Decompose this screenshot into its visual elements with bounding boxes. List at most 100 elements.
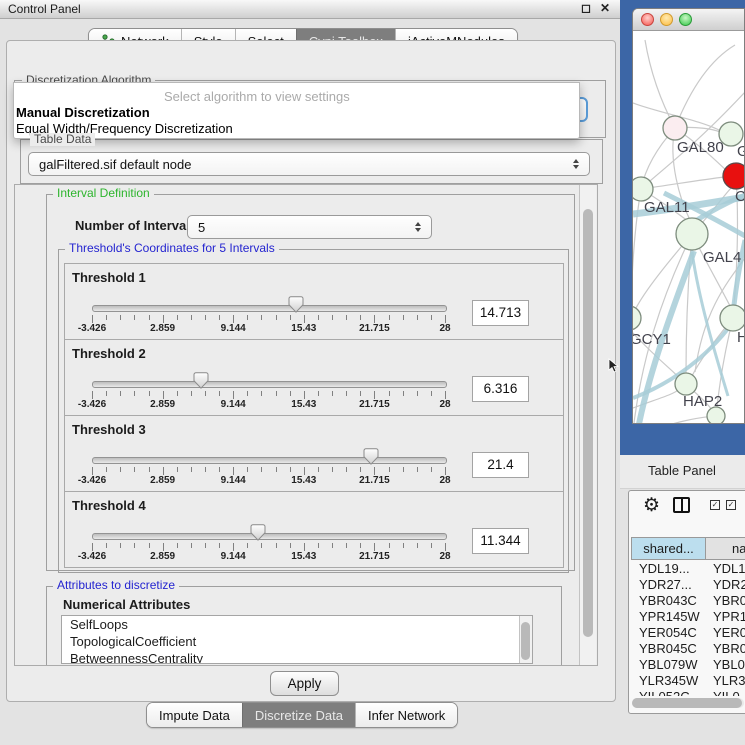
slider-track[interactable] bbox=[92, 457, 447, 464]
attribute-list-item[interactable]: BetweennessCentrality bbox=[62, 650, 532, 664]
checkbox-icon-1[interactable]: ✓ bbox=[710, 500, 720, 510]
table-row[interactable]: YLR345WYLR3 bbox=[631, 673, 745, 689]
slider-scale-label: 15.43 bbox=[276, 399, 332, 410]
table-rows-area: YDL19...YDL1YDR27... YDR2YBR043CYBR0YPR14… bbox=[629, 561, 745, 696]
threshold-label: Threshold 4 bbox=[72, 498, 146, 513]
slider-scale-label: 28 bbox=[417, 475, 473, 486]
network-edge[interactable] bbox=[675, 45, 735, 128]
threshold-value-field[interactable]: 21.4 bbox=[472, 452, 529, 478]
cell-name: YPR1 bbox=[713, 609, 745, 624]
tab-discretize-data[interactable]: Discretize Data bbox=[242, 703, 355, 727]
network-node-label: C bbox=[735, 188, 745, 205]
table-row[interactable]: YBL079WYBL0 bbox=[631, 657, 745, 673]
gear-icon[interactable]: ⚙ bbox=[643, 494, 660, 517]
table-row[interactable]: YBR045CYBR0 bbox=[631, 641, 745, 657]
slider-thumb[interactable] bbox=[193, 372, 209, 389]
slider-thumb[interactable] bbox=[288, 296, 304, 313]
tab-infer-network[interactable]: Infer Network bbox=[355, 703, 457, 727]
column-header-shared-name[interactable]: shared... bbox=[631, 537, 706, 560]
attributes-group-title: Attributes to discretize bbox=[53, 579, 179, 592]
table-row[interactable]: YDL19...YDL1 bbox=[631, 561, 745, 577]
mouse-cursor bbox=[608, 358, 620, 374]
network-node-GAL11[interactable] bbox=[629, 177, 653, 201]
slider-track[interactable] bbox=[92, 305, 447, 312]
network-node-GAL80[interactable] bbox=[663, 116, 687, 140]
network-node-label: GA bbox=[737, 143, 745, 160]
attribute-list-item[interactable]: SelfLoops bbox=[62, 616, 532, 633]
threshold-coordinates-title: Threshold's Coordinates for 5 Intervals bbox=[65, 242, 279, 255]
table-data-group-title: Table Data bbox=[30, 133, 95, 146]
split-columns-icon[interactable] bbox=[673, 497, 690, 513]
list-scrollbar-thumb[interactable] bbox=[521, 622, 530, 660]
table-row[interactable]: YPR145W YPR1 bbox=[631, 609, 745, 625]
slider-scale-label: -3.426 bbox=[64, 475, 120, 486]
threshold-value-field[interactable]: 14.713 bbox=[472, 300, 529, 326]
cell-name: YLR3 bbox=[713, 673, 745, 688]
network-node-rednode[interactable] bbox=[723, 163, 745, 189]
network-edge[interactable] bbox=[631, 189, 641, 306]
cell-name: YER0 bbox=[713, 625, 745, 640]
cell-shared-name: YDR27... bbox=[639, 577, 692, 592]
float-window-icon[interactable]: ◻ bbox=[581, 1, 591, 15]
cell-shared-name: YPR145W bbox=[639, 609, 700, 624]
slider-scale-label: 9.144 bbox=[205, 399, 261, 410]
close-window-icon[interactable]: ✕ bbox=[600, 1, 610, 15]
slider-thumb[interactable] bbox=[250, 524, 266, 541]
slider-scale-label: 28 bbox=[417, 399, 473, 410]
network-node-label: GAL4 bbox=[703, 249, 741, 266]
slider-track[interactable] bbox=[92, 381, 447, 388]
slider-scale-label: 15.43 bbox=[276, 475, 332, 486]
cell-name: YDR2 bbox=[713, 577, 745, 592]
network-canvas[interactable]: GAL80GACGAL11GAL4GCY1HHAP2 bbox=[620, 0, 745, 456]
cell-shared-name: YIL052C bbox=[639, 689, 690, 696]
cell-shared-name: YBL079W bbox=[639, 657, 698, 672]
network-node-partial[interactable] bbox=[707, 407, 725, 425]
attribute-list-item[interactable]: TopologicalCoefficient bbox=[62, 633, 532, 650]
tab-impute-data[interactable]: Impute Data bbox=[147, 703, 242, 727]
column-header-name[interactable]: na bbox=[705, 537, 745, 560]
slider-scale-label: -3.426 bbox=[64, 323, 120, 334]
slider-scale-label: 2.859 bbox=[135, 551, 191, 562]
checkbox-icon-2[interactable]: ✓ bbox=[726, 500, 736, 510]
dropdown-option-manual-discretization[interactable]: Manual Discretization bbox=[16, 105, 150, 120]
settings-scrollbar[interactable] bbox=[579, 185, 596, 666]
network-node-label: GAL80 bbox=[677, 139, 724, 156]
slider-scale-label: 15.43 bbox=[276, 323, 332, 334]
slider-scale-label: 9.144 bbox=[205, 475, 261, 486]
slider-thumb[interactable] bbox=[363, 448, 379, 465]
network-node-GAL4[interactable] bbox=[676, 218, 708, 250]
slider-scale-label: 21.715 bbox=[346, 323, 402, 334]
network-node-H[interactable] bbox=[720, 305, 745, 331]
table-hscrollbar-thumb[interactable] bbox=[632, 698, 742, 708]
slider-scale-label: 28 bbox=[417, 551, 473, 562]
table-panel-bar: Table Panel bbox=[620, 455, 745, 489]
slider-track[interactable] bbox=[92, 533, 447, 540]
table-row[interactable]: YDR27... YDR2 bbox=[631, 577, 745, 593]
slider-scale-label: 2.859 bbox=[135, 399, 191, 410]
table-row[interactable]: YBR043CYBR0 bbox=[631, 593, 745, 609]
interval-definition-title: Interval Definition bbox=[53, 187, 154, 200]
table-row[interactable]: YIL052CYIL0 bbox=[631, 689, 745, 696]
network-node-label: GCY1 bbox=[630, 331, 671, 348]
network-edge[interactable] bbox=[633, 416, 714, 438]
list-scrollbar[interactable] bbox=[519, 616, 532, 663]
apply-button[interactable]: Apply bbox=[270, 671, 339, 696]
threshold-row: Threshold 1-3.4262.8599.14415.4321.71528… bbox=[64, 263, 564, 340]
number-of-intervals-combobox[interactable]: 5 bbox=[187, 215, 432, 239]
threshold-value-field[interactable]: 6.316 bbox=[472, 376, 529, 402]
table-panel-title: Table Panel bbox=[648, 463, 716, 478]
settings-scrollbar-thumb[interactable] bbox=[583, 209, 593, 637]
table-hscrollbar[interactable] bbox=[632, 698, 744, 708]
table-data-combobox[interactable]: galFiltered.sif default node bbox=[28, 152, 590, 176]
network-node-GCY1[interactable] bbox=[620, 306, 641, 330]
control-panel-titlebar: Control Panel ◻ ✕ bbox=[0, 0, 620, 19]
network-node-HAP2[interactable] bbox=[675, 373, 697, 395]
combo-spinner-icon bbox=[415, 222, 421, 232]
cell-shared-name: YBR045C bbox=[639, 641, 697, 656]
table-row[interactable]: YER054CYER0 bbox=[631, 625, 745, 641]
threshold-value-field[interactable]: 11.344 bbox=[472, 528, 529, 554]
attributes-listbox[interactable]: SelfLoopsTopologicalCoefficientBetweenne… bbox=[61, 615, 533, 664]
number-of-intervals-value: 5 bbox=[198, 220, 205, 235]
network-edge[interactable] bbox=[633, 390, 678, 408]
cell-name: YBR0 bbox=[713, 593, 745, 608]
